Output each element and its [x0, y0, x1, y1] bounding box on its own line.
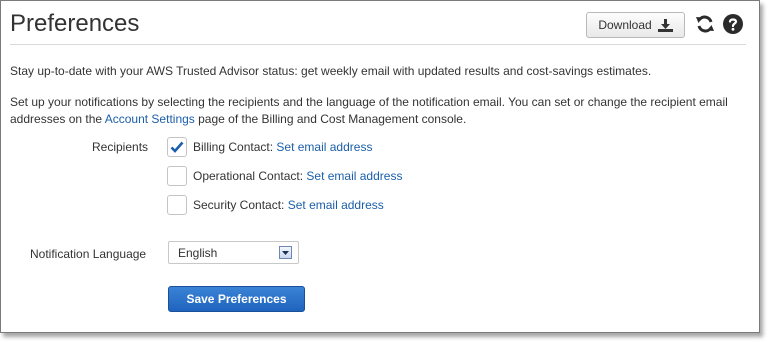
- save-preferences-button[interactable]: Save Preferences: [168, 286, 305, 312]
- recipient-operational: Operational Contact: Set email address: [167, 165, 402, 187]
- account-settings-link[interactable]: Account Settings: [105, 112, 195, 126]
- page-title: Preferences: [10, 10, 140, 37]
- recipient-security: Security Contact: Set email address: [167, 194, 384, 216]
- download-button[interactable]: Download: [586, 12, 685, 38]
- language-select[interactable]: English: [168, 241, 299, 264]
- operational-set-email-link[interactable]: Set email address: [306, 169, 402, 183]
- operational-contact-label: Operational Contact:: [193, 169, 304, 183]
- checkmark-icon: [170, 141, 184, 153]
- intro-text: Stay up-to-date with your AWS Trusted Ad…: [10, 64, 652, 78]
- download-icon: [657, 18, 673, 32]
- refresh-icon[interactable]: [695, 14, 715, 34]
- operational-checkbox[interactable]: [167, 166, 187, 186]
- dropdown-arrow-icon[interactable]: [279, 246, 292, 259]
- security-checkbox[interactable]: [167, 195, 187, 215]
- setup-text-after: page of the Billing and Cost Management …: [194, 112, 467, 126]
- download-label: Download: [598, 18, 652, 32]
- preferences-panel: Preferences Download Stay up-to-date wit…: [0, 0, 760, 333]
- language-label: Notification Language: [30, 247, 147, 261]
- setup-text: Set up your notifications by selecting t…: [10, 94, 745, 128]
- billing-checkbox[interactable]: [167, 137, 187, 157]
- language-selected: English: [178, 246, 218, 260]
- billing-contact-label: Billing Contact:: [193, 140, 274, 154]
- security-contact-label: Security Contact:: [193, 198, 285, 212]
- help-icon[interactable]: [723, 14, 743, 34]
- security-set-email-link[interactable]: Set email address: [288, 198, 384, 212]
- recipients-label: Recipients: [92, 140, 149, 154]
- billing-set-email-link[interactable]: Set email address: [276, 140, 372, 154]
- recipient-billing: Billing Contact: Set email address: [167, 136, 372, 158]
- header-divider: [10, 44, 746, 45]
